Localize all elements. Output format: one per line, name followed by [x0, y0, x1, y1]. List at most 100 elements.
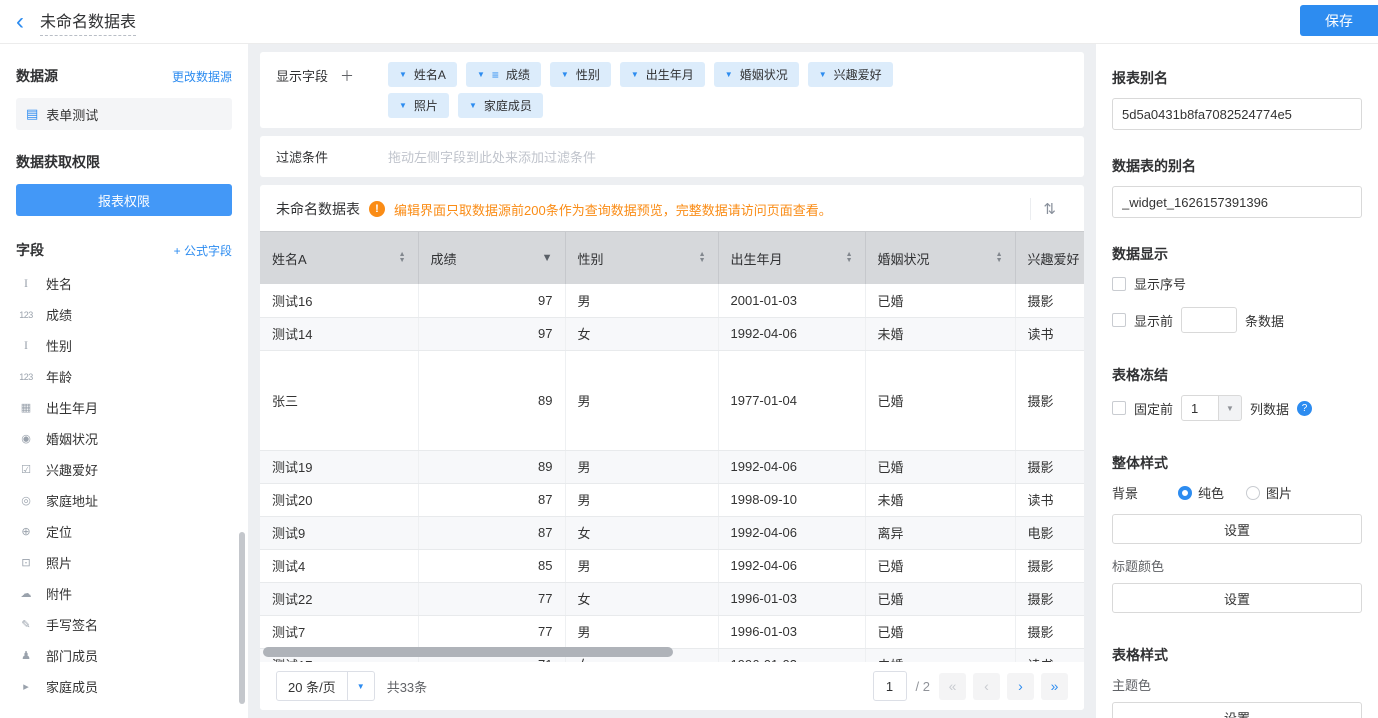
- column-header[interactable]: 性别 ▲▼: [565, 232, 718, 284]
- table-row: 测试987女1992-04-06离异电影: [260, 516, 1084, 549]
- radio-field-icon: ◉: [16, 432, 36, 445]
- field-item[interactable]: ☁附件: [16, 578, 232, 609]
- field-item[interactable]: ⊡照片: [16, 547, 232, 578]
- table-cell: 1998-09-10: [718, 483, 865, 516]
- table-cell: 读书: [1015, 483, 1084, 516]
- table-cell: 张三: [260, 350, 418, 450]
- field-item[interactable]: ◉婚姻状况: [16, 423, 232, 454]
- total-count: 共33条: [387, 677, 427, 696]
- bg-image-option[interactable]: 图片: [1246, 483, 1292, 502]
- show-first-count-input[interactable]: [1181, 307, 1237, 333]
- back-icon[interactable]: ‹: [16, 12, 24, 32]
- field-list: I姓名123成绩I性别123年龄▦出生年月◉婚姻状况☑兴趣爱好◎家庭地址⊕定位⊡…: [16, 268, 232, 702]
- chevron-down-icon[interactable]: ▼: [819, 70, 827, 79]
- column-header[interactable]: 出生年月▲▼: [718, 232, 865, 284]
- display-field-chip[interactable]: ▼家庭成员: [458, 93, 543, 118]
- column-header[interactable]: 婚姻状况▲▼: [865, 232, 1015, 284]
- report-permission-button[interactable]: 报表权限: [16, 184, 232, 216]
- field-item[interactable]: I性别: [16, 330, 232, 361]
- chevron-down-icon[interactable]: ▼: [561, 70, 569, 79]
- table-cell: 1996-01-03: [718, 615, 865, 648]
- field-item[interactable]: ▦出生年月: [16, 392, 232, 423]
- row-order-icon[interactable]: ⇅: [1030, 198, 1068, 220]
- show-index-checkbox[interactable]: [1112, 277, 1126, 291]
- column-header[interactable]: 姓名A▲▼: [260, 232, 418, 284]
- field-item[interactable]: ▸家庭成员: [16, 671, 232, 702]
- column-header[interactable]: 兴趣爱好▲▼: [1015, 232, 1084, 284]
- field-label: 定位: [46, 522, 72, 541]
- sort-icon[interactable]: ▲▼: [996, 252, 1003, 264]
- save-button[interactable]: 保存: [1300, 5, 1378, 36]
- change-datasource-link[interactable]: 更改数据源: [172, 68, 232, 85]
- table-row: 张三89男1977-01-04已婚摄影: [260, 350, 1084, 450]
- chevron-down-icon[interactable]: ▼: [477, 70, 485, 79]
- field-item[interactable]: ⊕定位: [16, 516, 232, 547]
- background-set-button[interactable]: 设置: [1112, 514, 1362, 544]
- table-alias-input[interactable]: [1112, 186, 1362, 218]
- help-icon[interactable]: ?: [1297, 401, 1312, 416]
- chevron-down-icon[interactable]: ▼: [399, 101, 407, 110]
- title-color-set-button[interactable]: 设置: [1112, 583, 1362, 613]
- chevron-down-icon[interactable]: ▼: [348, 671, 375, 701]
- horizontal-scrollbar[interactable]: [263, 647, 673, 657]
- show-first-checkbox[interactable]: [1112, 313, 1126, 327]
- data-display-title: 数据显示: [1112, 244, 1362, 264]
- formula-field-link[interactable]: + 公式字段: [174, 242, 232, 259]
- table-cell: 已婚: [865, 549, 1015, 582]
- prev-page-button[interactable]: ‹: [973, 673, 1000, 700]
- column-label: 性别: [578, 249, 604, 268]
- freeze-count-select[interactable]: 1 ▼: [1181, 395, 1242, 421]
- sidebar-scrollbar[interactable]: [239, 532, 245, 704]
- field-item[interactable]: ✎手写签名: [16, 609, 232, 640]
- page-total: / 2: [916, 679, 930, 694]
- table-cell: 85: [418, 549, 565, 582]
- chevron-down-icon[interactable]: ▼: [399, 70, 407, 79]
- display-field-chip[interactable]: ▼出生年月: [620, 62, 705, 87]
- display-field-chip[interactable]: ▼婚姻状况: [714, 62, 799, 87]
- field-item[interactable]: 123成绩: [16, 299, 232, 330]
- chevron-down-icon[interactable]: ▼: [725, 70, 733, 79]
- chevron-down-icon[interactable]: ▼: [631, 70, 639, 79]
- sort-desc-icon[interactable]: ▼: [542, 253, 553, 264]
- field-item[interactable]: ◎家庭地址: [16, 485, 232, 516]
- datasource-item[interactable]: ▤ 表单测试: [16, 98, 232, 130]
- last-page-button[interactable]: »: [1041, 673, 1068, 700]
- page-title[interactable]: 未命名数据表: [40, 8, 136, 36]
- display-field-chip[interactable]: ▼照片: [388, 93, 449, 118]
- field-label: 年龄: [46, 367, 72, 386]
- add-field-icon[interactable]: ＋: [340, 66, 354, 118]
- report-alias-input[interactable]: [1112, 98, 1362, 130]
- chevron-down-icon[interactable]: ▼: [469, 101, 477, 110]
- field-item[interactable]: I姓名: [16, 268, 232, 299]
- freeze-suffix: 列数据: [1250, 399, 1289, 418]
- chevron-down-icon[interactable]: ▼: [1219, 395, 1242, 421]
- sort-icon[interactable]: ▲▼: [699, 252, 706, 264]
- table-cell: 1992-04-06: [718, 549, 865, 582]
- table-cell: 89: [418, 450, 565, 483]
- field-item[interactable]: ☑兴趣爱好: [16, 454, 232, 485]
- freeze-checkbox[interactable]: [1112, 401, 1126, 415]
- display-field-chip[interactable]: ▼兴趣爱好: [808, 62, 893, 87]
- first-page-button[interactable]: «: [939, 673, 966, 700]
- theme-color-set-button[interactable]: 设置: [1112, 702, 1362, 718]
- radio-unselected-icon[interactable]: [1246, 486, 1260, 500]
- sort-icon[interactable]: ▲▼: [399, 252, 406, 264]
- table-row: 测试2277女1996-01-03已婚摄影: [260, 582, 1084, 615]
- page-number-input[interactable]: [873, 671, 907, 701]
- field-item[interactable]: 123年龄: [16, 361, 232, 392]
- display-field-chip[interactable]: ▼≡成绩: [466, 62, 541, 87]
- radio-selected-icon[interactable]: [1178, 486, 1192, 500]
- table-cell: 未婚: [865, 648, 1015, 662]
- sort-icon[interactable]: ▲▼: [846, 252, 853, 264]
- column-header[interactable]: 成绩▼: [418, 232, 565, 284]
- next-page-button[interactable]: ›: [1007, 673, 1034, 700]
- display-field-chip[interactable]: ▼姓名A: [388, 62, 457, 87]
- field-item[interactable]: ♟部门成员: [16, 640, 232, 671]
- field-label: 附件: [46, 584, 72, 603]
- page-size-select[interactable]: 20 条/页 ▼: [276, 671, 375, 701]
- table-row: 测试1989男1992-04-06已婚摄影: [260, 450, 1084, 483]
- display-field-chip[interactable]: ▼性别: [550, 62, 611, 87]
- filter-panel[interactable]: 过滤条件 拖动左侧字段到此处来添加过滤条件: [260, 136, 1084, 177]
- top-bar: ‹ 未命名数据表 保存: [0, 0, 1378, 44]
- bg-solid-option[interactable]: 纯色: [1178, 483, 1224, 502]
